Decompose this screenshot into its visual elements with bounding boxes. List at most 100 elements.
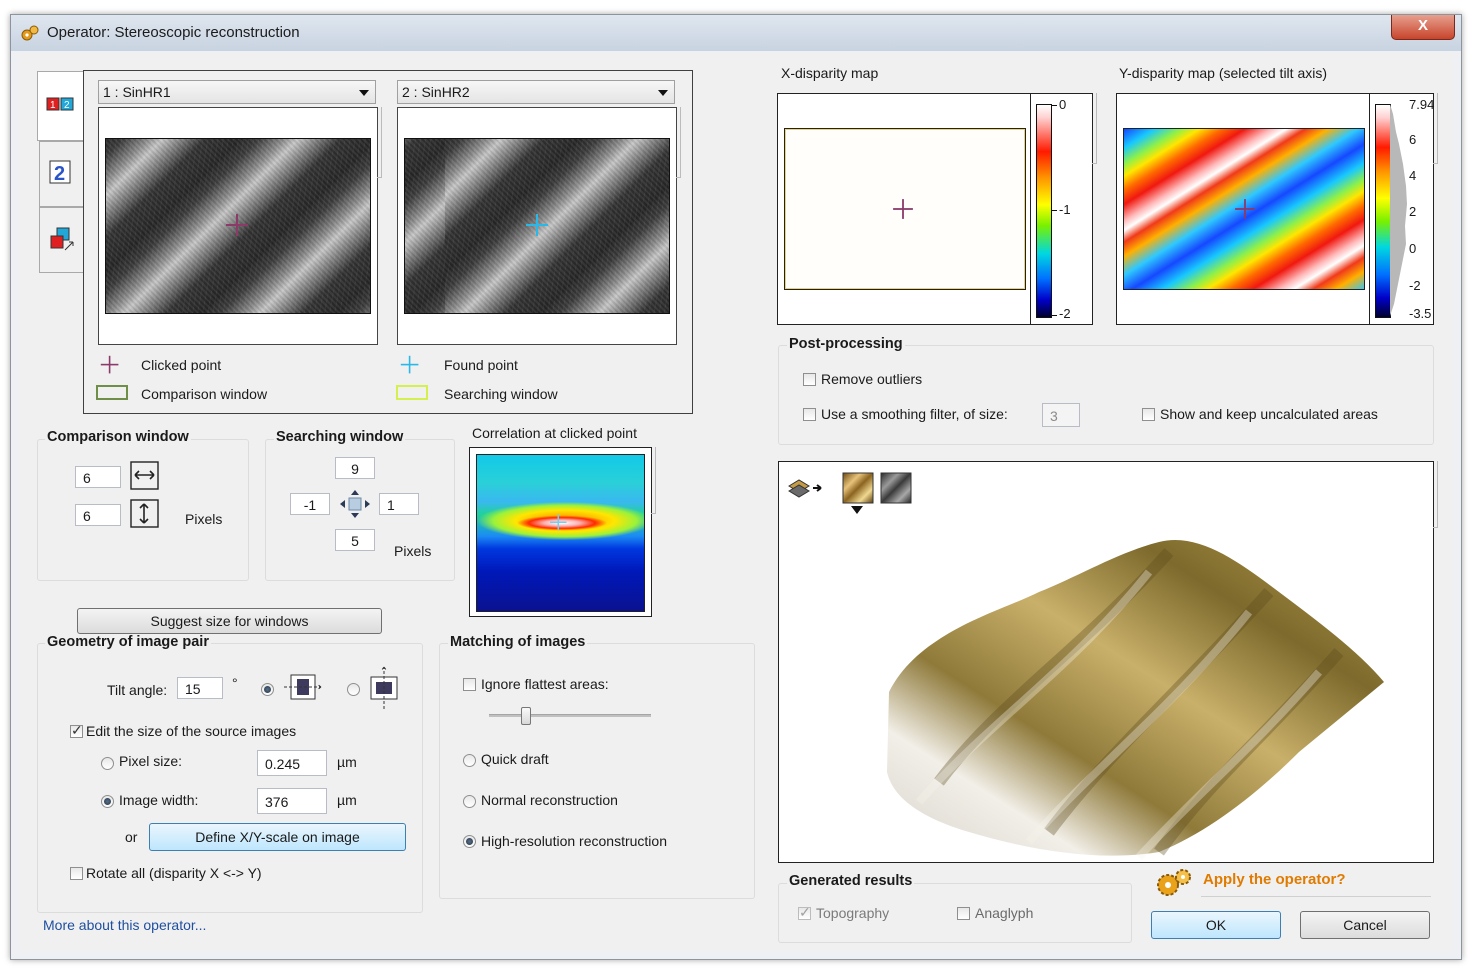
smoothing-size-input[interactable]: 3: [1042, 403, 1080, 427]
y-tick-label: 6: [1409, 132, 1417, 147]
tilt-angle-label: Tilt angle:: [107, 682, 168, 698]
x-tick-label: -1: [1059, 202, 1071, 217]
remove-outliers-checkbox[interactable]: [803, 373, 816, 386]
high-res-label: High-resolution reconstruction: [481, 833, 667, 849]
topography-checkbox[interactable]: [798, 904, 811, 921]
high-res-radio[interactable]: [463, 835, 476, 848]
vertical-tilt-axis-icon: [284, 674, 322, 700]
pixel-size-label: Pixel size:: [119, 753, 183, 769]
tab-transform[interactable]: [39, 207, 84, 273]
x-tick-label: 0: [1059, 97, 1067, 112]
suggest-size-button[interactable]: Suggest size for windows: [77, 608, 382, 634]
cancel-button[interactable]: Cancel: [1300, 911, 1430, 939]
x-disparity-divider: [1030, 94, 1031, 324]
svg-text:2: 2: [64, 100, 70, 111]
flattest-slider-track[interactable]: [489, 714, 651, 717]
chevron-down-icon: [658, 90, 668, 96]
right-image-scrollbar[interactable]: [676, 107, 681, 178]
title-bar: Operator: Stereoscopic reconstruction X: [11, 15, 1461, 51]
apply-question: Apply the operator?: [1203, 871, 1346, 888]
found-point-crosshair: [526, 214, 548, 236]
normal-reconstruction-radio[interactable]: [463, 795, 476, 808]
right-image-select[interactable]: 2 : SinHR2: [397, 80, 675, 104]
y-disparity-crosshair: [1235, 199, 1255, 219]
ok-button[interactable]: OK: [1151, 911, 1281, 939]
show-uncalculated-label: Show and keep uncalculated areas: [1160, 406, 1378, 422]
post-processing-title: Post-processing: [787, 336, 905, 352]
y-tick-label: 2: [1409, 204, 1417, 219]
horizontal-axis-radio[interactable]: [347, 683, 360, 696]
tab-image-pair[interactable]: 1 2: [37, 71, 84, 141]
y-tick-label: -2: [1409, 278, 1421, 293]
correlation-crosshair: [550, 514, 567, 531]
image-pair-panel: 1 : SinHR1 2 : SinHR2 Clicked point Comp…: [83, 70, 693, 414]
post-processing-group: [778, 345, 1434, 445]
dialog-client: 1 2 2 1 : SinHR1 2 : SinHR2 Clicked poin…: [19, 53, 1453, 951]
x-tick-mark: [1052, 315, 1057, 316]
image-transform-icon: [50, 227, 74, 251]
x-tick-mark: [1052, 210, 1057, 211]
close-button[interactable]: X: [1391, 15, 1455, 40]
smoothing-checkbox[interactable]: [803, 408, 816, 421]
ignore-flattest-checkbox[interactable]: [463, 678, 476, 691]
svg-text:1: 1: [50, 100, 56, 111]
define-scale-button[interactable]: Define X/Y-scale on image: [149, 823, 406, 851]
ignore-flattest-label: Ignore flattest areas:: [481, 676, 609, 692]
edit-size-checkbox[interactable]: [70, 722, 83, 739]
comparison-window-legend-label: Comparison window: [141, 386, 268, 402]
tilt-unit-label: °: [232, 675, 238, 691]
left-image-select[interactable]: 1 : SinHR1: [98, 80, 376, 104]
search-top-input[interactable]: 9: [335, 457, 375, 479]
tab-second-image[interactable]: 2: [39, 141, 84, 207]
comparison-width-input[interactable]: 6: [75, 466, 121, 488]
pixel-size-radio[interactable]: [101, 757, 114, 770]
rotate-all-checkbox[interactable]: [70, 867, 83, 880]
3d-topography-render: [887, 540, 1384, 860]
horizontal-tilt-axis-icon: [370, 666, 398, 709]
image-width-input[interactable]: 376: [257, 788, 327, 814]
y-disparity-colorbar: [1375, 104, 1391, 318]
right-image-frame: [397, 107, 677, 345]
searching-window-title: Searching window: [274, 429, 406, 445]
search-left-input[interactable]: -1: [290, 493, 330, 515]
quick-draft-radio[interactable]: [463, 754, 476, 767]
pixel-size-input[interactable]: 0.245: [257, 750, 327, 776]
correlation-frame: [469, 447, 652, 617]
image-width-unit: µm: [337, 792, 357, 808]
x-tick-mark: [1052, 105, 1057, 106]
3d-view-scrollbar[interactable]: [1433, 461, 1438, 528]
comparison-window-swatch: [96, 385, 128, 400]
left-image-scrollbar[interactable]: [377, 107, 382, 178]
window-title: Operator: Stereoscopic reconstruction: [47, 24, 300, 41]
y-tick-label: 0: [1409, 241, 1417, 256]
x-disparity-scrollbar[interactable]: [1092, 93, 1097, 164]
comparison-window-title: Comparison window: [45, 429, 191, 445]
show-uncalculated-checkbox[interactable]: [1142, 408, 1155, 421]
y-disparity-title: Y-disparity map (selected tilt axis): [1119, 65, 1328, 81]
more-about-link[interactable]: More about this operator...: [43, 917, 206, 933]
anaglyph-checkbox[interactable]: [957, 907, 970, 920]
matching-title: Matching of images: [448, 634, 588, 650]
layers-icon: [788, 479, 810, 498]
comparison-height-input[interactable]: 6: [75, 504, 121, 526]
topography-label: Topography: [816, 905, 890, 921]
x-tick-label: -2: [1059, 306, 1071, 321]
search-right-input[interactable]: 1: [379, 493, 419, 515]
tilt-angle-input[interactable]: 15: [177, 677, 223, 699]
smoothing-label: Use a smoothing filter, of size:: [821, 406, 1008, 422]
quick-draft-label: Quick draft: [481, 751, 549, 767]
apply-separator: [1201, 896, 1431, 897]
left-image-select-value: 1 : SinHR1: [103, 84, 171, 100]
correlation-title: Correlation at clicked point: [472, 425, 637, 441]
searching-window-swatch: [396, 385, 428, 400]
clicked-point-crosshair: [226, 214, 248, 236]
svg-text:2: 2: [54, 163, 65, 185]
image-width-radio[interactable]: [101, 795, 114, 808]
vertical-axis-radio[interactable]: [261, 683, 274, 696]
y-disparity-scrollbar[interactable]: [1433, 93, 1438, 164]
3d-view-panel[interactable]: [778, 461, 1434, 863]
y-tick-label: 4: [1409, 168, 1417, 183]
correlation-scrollbar[interactable]: [651, 447, 656, 514]
flattest-slider-thumb[interactable]: [520, 707, 531, 725]
search-bottom-input[interactable]: 5: [335, 529, 375, 551]
